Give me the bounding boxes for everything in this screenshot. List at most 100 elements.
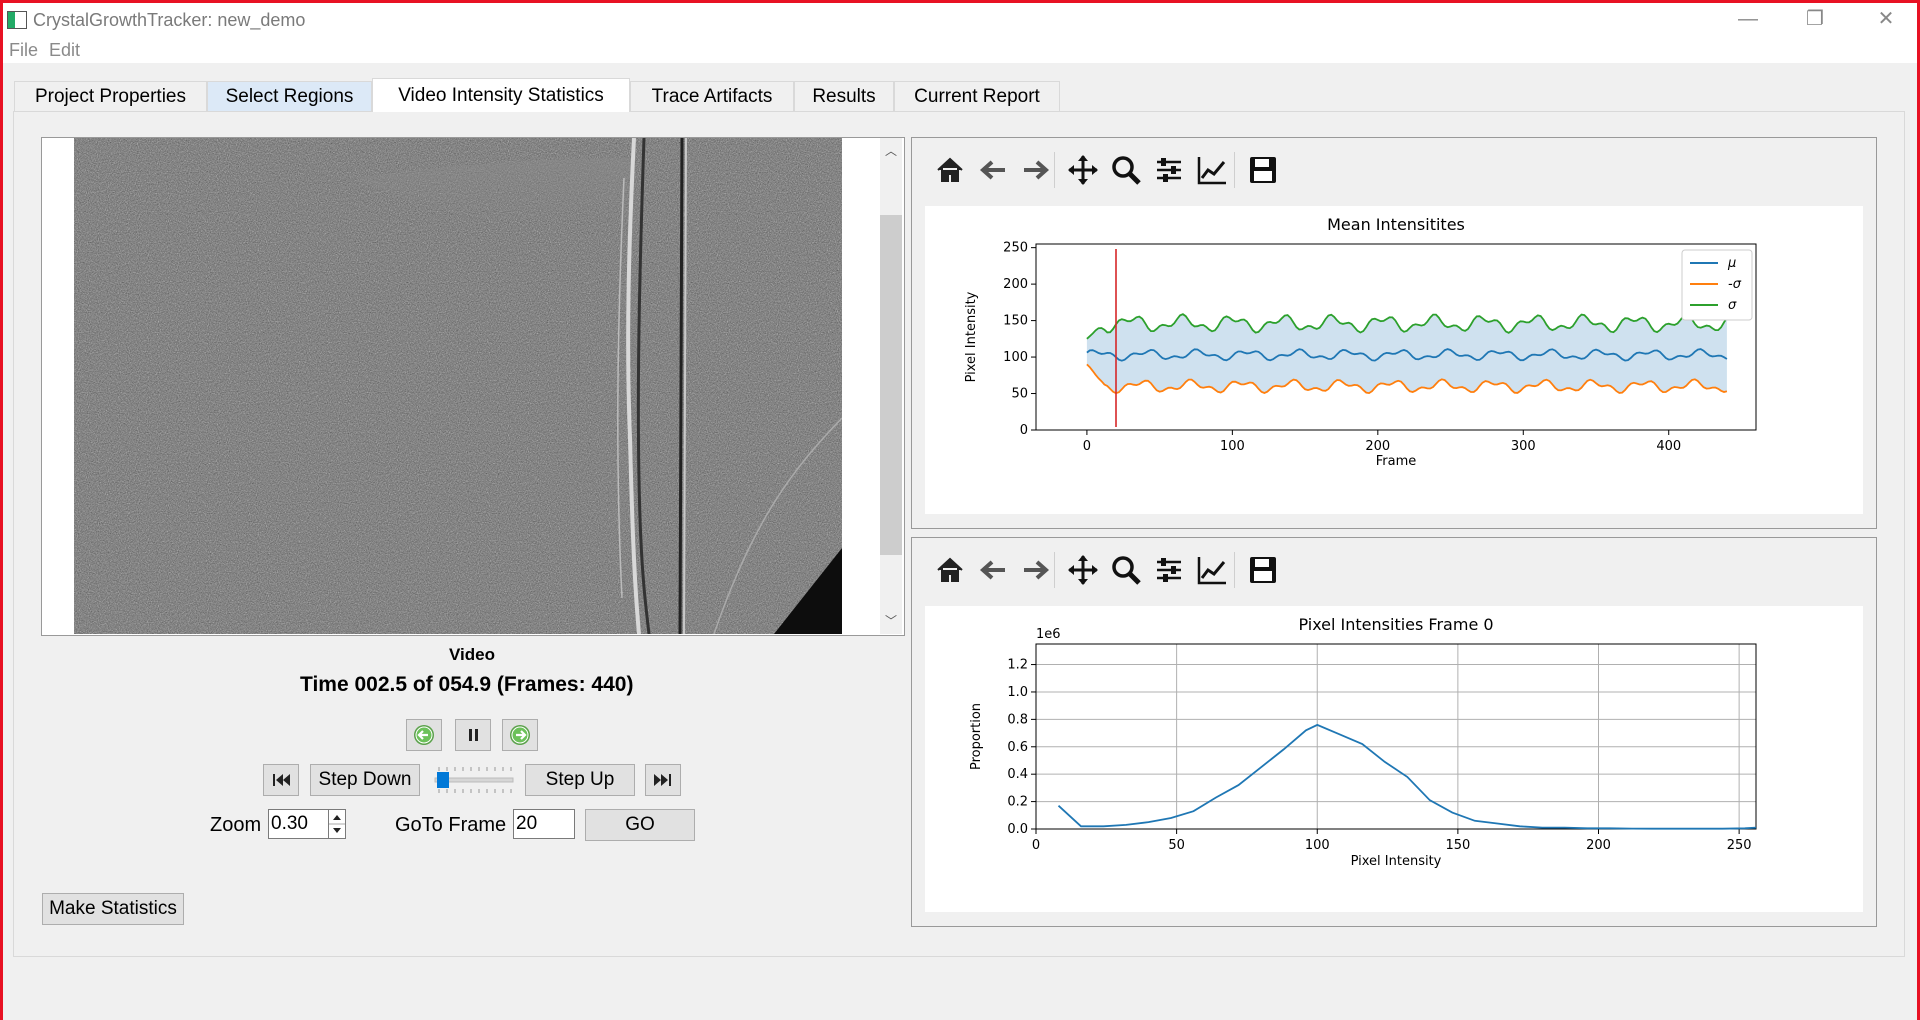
skip-to-start-icon [273,774,290,786]
zoom-spinbox[interactable]: 0.30 [268,809,330,839]
tab-project-properties[interactable]: Project Properties [14,81,207,111]
zoom-icon [1112,556,1141,585]
edit-axis-tool-button[interactable] [1192,150,1232,190]
configure-subplots-tool-button[interactable] [1149,550,1189,590]
pixel-intensity-chart: Pixel Intensities Frame 0 1e6 0 50 100 150 200… [969,615,1757,869]
save-tool-button[interactable] [1243,550,1283,590]
x-tick-label: 250 [1727,838,1752,853]
frame-slider-graphic [434,767,514,793]
back-arrow-tool-button[interactable] [973,550,1013,590]
play-backward-button[interactable] [406,719,442,751]
forward-arrow-icon [1024,160,1050,180]
histogram-line [1057,723,1757,830]
tab-select-regions[interactable]: Select Regions [207,81,372,111]
x-tick-label: 400 [1656,439,1681,454]
step-up-button[interactable]: Step Up [525,764,635,796]
close-button[interactable]: ✕ [1851,3,1920,35]
pause-button[interactable] [455,719,491,751]
menu-edit[interactable]: Edit [49,40,80,61]
save-icon [1250,557,1276,583]
play-forward-button[interactable] [502,719,538,751]
menu-file[interactable]: File [9,40,38,61]
zoom-tool-button[interactable] [1106,550,1146,590]
configure-subplots-icon [1157,558,1181,582]
frame-slider[interactable] [433,765,515,795]
time-label: Time 002.5 of 054.9 (Frames: 440) [300,673,634,696]
zoom-label: Zoom [210,814,262,836]
y-tick-label: 50 [1011,387,1028,402]
x-tick-label: 0 [1083,439,1091,454]
forward-arrow-tool-button[interactable] [1016,550,1056,590]
y-tick-label: 0.6 [1007,740,1028,755]
zoom-tool-button[interactable] [1106,150,1146,190]
sigma-band-fill [1086,314,1727,394]
y-tick-label: 1.0 [1007,685,1028,700]
edit-axis-tool-button[interactable] [1192,550,1232,590]
tab-current-report[interactable]: Current Report [894,81,1060,111]
chart-title: Pixel Intensities Frame 0 [1298,615,1493,634]
first-frame-button[interactable] [263,764,299,796]
mean-intensity-figure[interactable]: Mean Intensitites 0 100 200 300 400 0 50 100 150 2… [925,206,1863,514]
pan-tool-button[interactable] [1063,550,1103,590]
skip-to-end-icon [654,774,671,786]
x-tick-label: 0 [1032,838,1040,853]
forward-arrow-icon [1024,560,1050,580]
x-axis-label: Pixel Intensity [1351,854,1442,869]
edit-axis-icon [1197,557,1226,585]
stepper-arrows-icon [329,815,345,833]
y-axis-label: Proportion [969,703,984,770]
y-tick-label: 0.2 [1007,795,1028,810]
back-arrow-icon [979,160,1005,180]
step-down-button[interactable]: Step Down [310,764,420,796]
video-scrollbar-thumb[interactable] [880,215,902,555]
tab-video-intensity-statistics[interactable]: Video Intensity Statistics [372,78,630,112]
y-tick-label: 1.2 [1007,658,1028,673]
edit-axis-icon [1197,157,1226,185]
scroll-down-icon[interactable]: ﹀ [880,610,902,632]
configure-subplots-tool-button[interactable] [1149,150,1189,190]
scroll-up-icon[interactable]: ︿ [880,140,902,162]
pan-icon [1068,555,1098,585]
app-icon [7,11,27,29]
tab-trace-artifacts[interactable]: Trace Artifacts [630,81,794,111]
y-tick-label: 0.0 [1007,822,1028,837]
legend-label: -σ [1728,277,1742,292]
title-bar[interactable]: CrystalGrowthTracker: new_demo — ❐ ✕ [3,3,1917,35]
forward-arrow-tool-button[interactable] [1016,150,1056,190]
last-frame-button[interactable] [645,764,681,796]
x-tick-label: 150 [1445,838,1470,853]
minimize-button[interactable]: — [1713,3,1783,35]
legend: μ -σ σ [1681,249,1753,321]
y-scale-label: 1e6 [1036,627,1061,642]
save-tool-button[interactable] [1243,150,1283,190]
pan-tool-button[interactable] [1063,150,1103,190]
x-tick-label: 100 [1220,439,1245,454]
restore-button[interactable]: ❐ [1780,3,1850,35]
home-tool-button[interactable] [930,550,970,590]
back-arrow-tool-button[interactable] [973,150,1013,190]
menu-bar: File Edit [3,35,1917,63]
y-tick-label: 0.4 [1007,767,1028,782]
toolbar-separator [1234,152,1235,188]
play-forward-icon [510,725,530,745]
toolbar-separator [1054,152,1055,188]
home-tool-button[interactable] [930,150,970,190]
toolbar-separator [1234,552,1235,588]
home-icon [937,557,963,582]
pixel-intensity-figure[interactable]: Pixel Intensities Frame 0 1e6 0 50 100 150 200… [925,606,1863,912]
make-statistics-button[interactable]: Make Statistics [42,893,184,925]
goto-frame-input[interactable]: 20 [513,809,575,839]
go-button[interactable]: GO [585,809,695,841]
zoom-stepper[interactable] [328,809,346,839]
y-tick-label: 0 [1020,423,1028,438]
x-tick-label: 200 [1586,838,1611,853]
pixel-intensity-panel: Pixel Intensities Frame 0 1e6 0 50 100 150 200… [911,537,1877,927]
mean-intensity-panel: Mean Intensitites 0 100 200 300 400 0 50 100 150 2… [911,137,1877,529]
toolbar-separator [1054,552,1055,588]
x-axis-label: Frame [1376,454,1417,469]
configure-subplots-icon [1157,158,1181,182]
mean-intensity-chart: Mean Intensitites 0 100 200 300 400 0 50 100 150 2… [964,215,1757,469]
y-tick-label: 100 [1003,350,1028,365]
tab-results[interactable]: Results [794,81,894,111]
x-tick-label: 200 [1365,439,1390,454]
